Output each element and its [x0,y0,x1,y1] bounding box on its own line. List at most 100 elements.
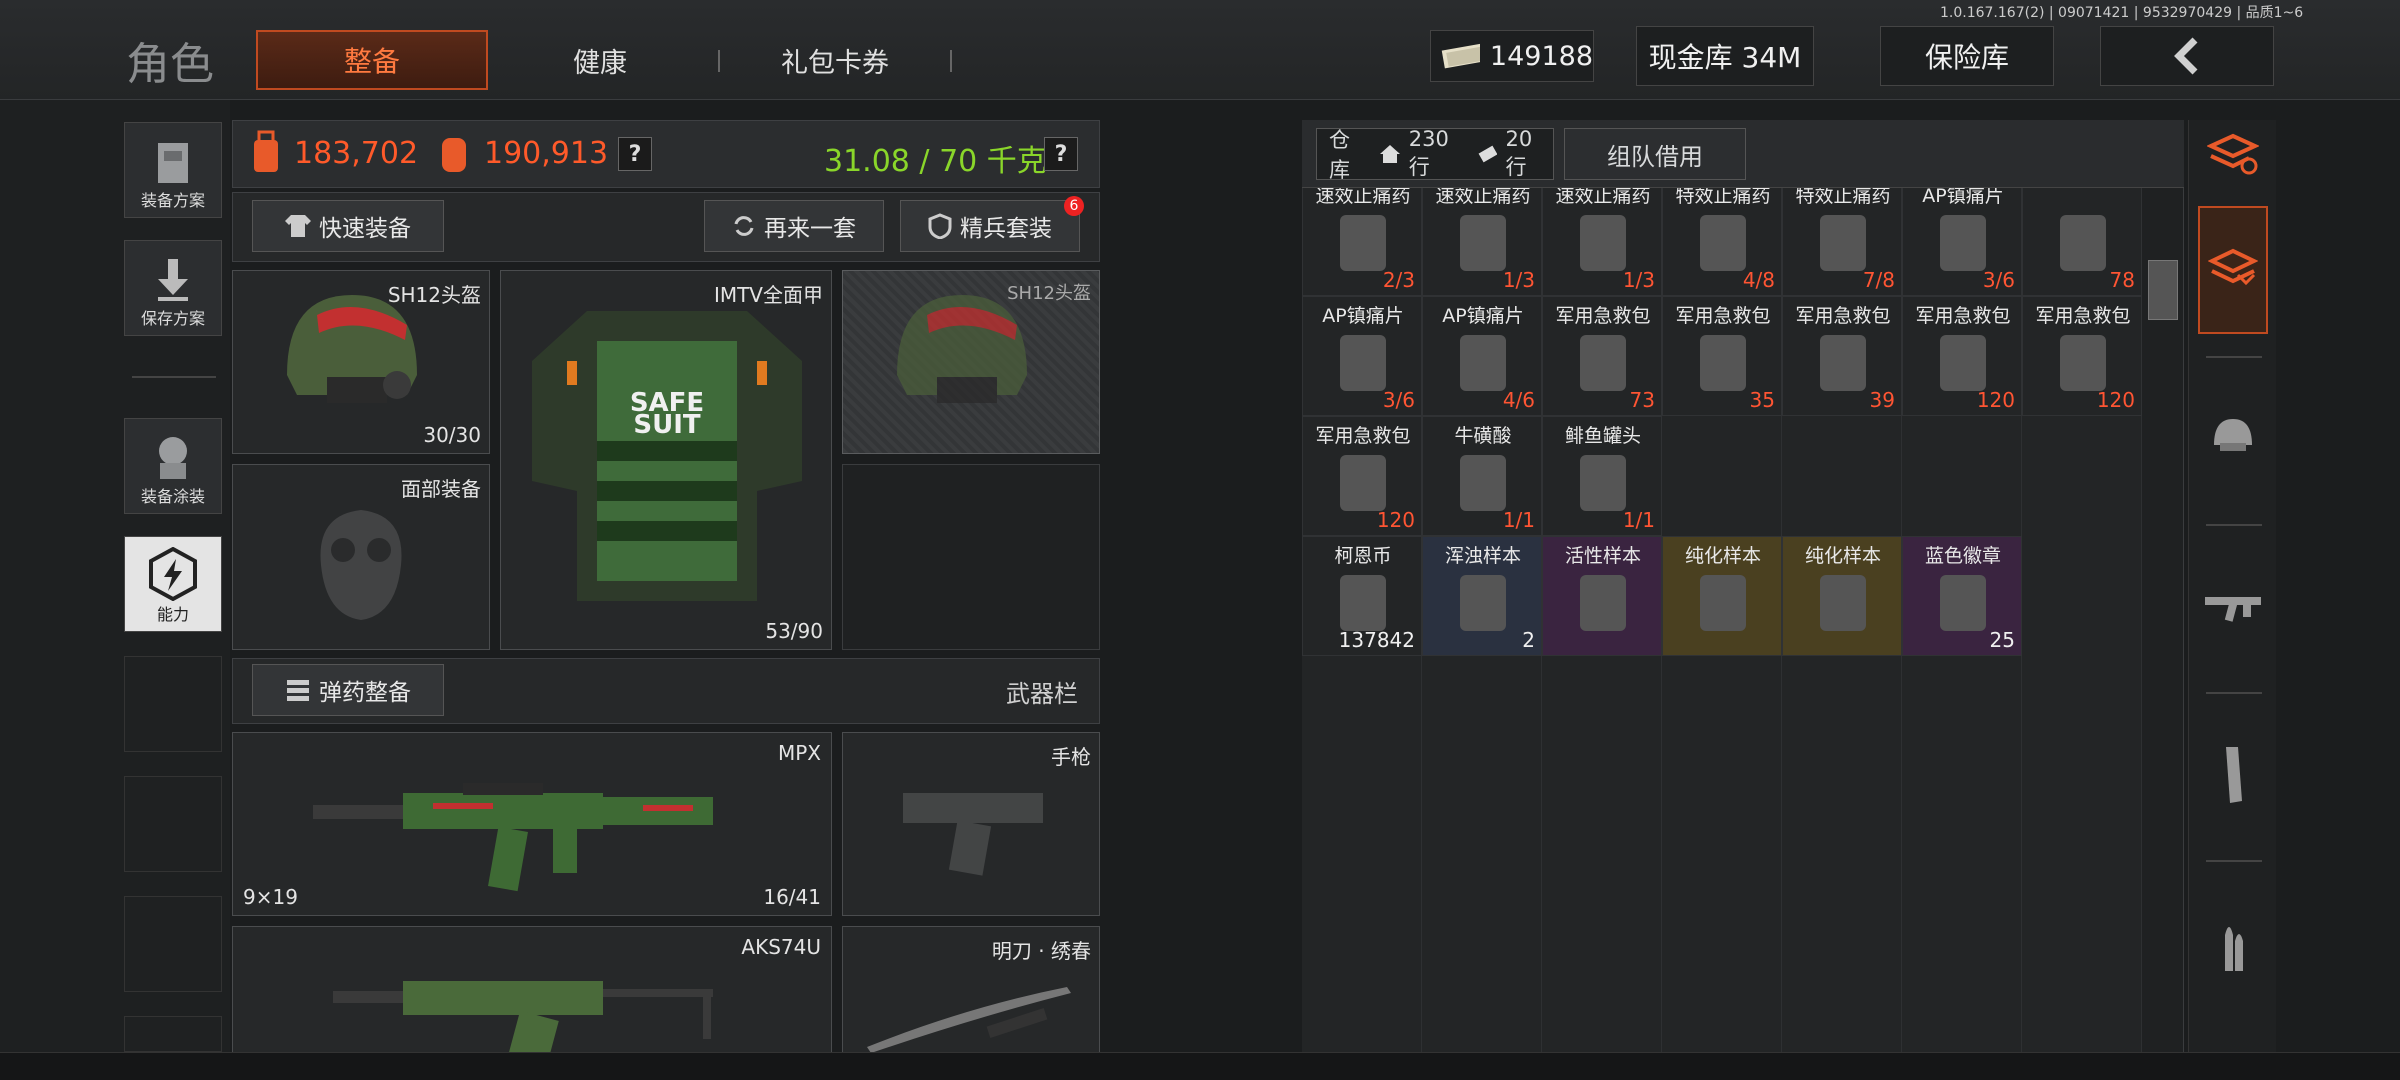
warehouse-item[interactable]: AP镇痛片 3/6 [1302,296,1422,416]
item-name: 军用急救包 [1315,425,1411,447]
safe-label: 保险库 [1924,41,2009,74]
item-icon [1580,335,1626,391]
item-name: 速效止痛药 [1315,188,1411,207]
vault-icon [2207,133,2259,175]
ammo-button[interactable]: 弹药整备 [252,664,444,716]
warehouse-item[interactable]: AP镇痛片 3/6 [1902,188,2022,296]
warehouse-item[interactable]: 军用急救包 120 [1302,416,1422,536]
item-count: 1/1 [1622,508,1655,532]
stat-value-1: 183,702 [294,136,419,171]
stat-value-2: 190,913 [484,136,609,171]
warehouse-item[interactable]: 军用急救包 35 [1662,296,1782,416]
tab-gift[interactable]: 礼包卡券 [740,30,930,90]
quick-equip-button[interactable]: 快速装备 [252,200,444,252]
category-weapon[interactable] [2198,570,2268,640]
currency-value: 149188 [1489,40,1593,72]
warehouse-item[interactable]: 军用急救包 120 [2022,296,2142,416]
item-icon [1340,215,1386,271]
item-name: 蓝色徽章 [1924,545,2001,567]
item-icon [1940,215,1986,271]
warehouse-item[interactable]: 78 [2022,188,2142,296]
ability-button[interactable]: 能力 [124,536,222,632]
safe-button[interactable]: 保险库 [1880,26,2054,86]
pistol-slot[interactable]: 手枪 [842,732,1100,916]
primary-weapon-slot[interactable]: MPX 9×19 16/41 [232,732,832,916]
face-name: 面部装备 [401,477,481,501]
item-count: 7/8 [1862,268,1895,292]
paint-button[interactable]: 装备涂装 [124,418,222,514]
currency-display[interactable]: 149188 [1430,30,1594,82]
warehouse-item[interactable]: 军用急救包 73 [1542,296,1662,416]
tab-gift-label: 礼包卡券 [781,47,889,79]
category-ammo[interactable] [2198,910,2268,980]
item-name: 纯化样本 [1804,545,1881,567]
weapon-bar-label: 武器栏 [1006,680,1078,708]
category-all[interactable] [2198,206,2268,334]
tab-divider [950,50,952,72]
helmet-icon [897,295,1027,403]
warehouse-grid: 速效止痛药 2/3 速效止痛药 1/3 速效止痛药 1/3 特效止痛药 4/8 特效止痛药 7/8… [1302,188,2142,1055]
item-count: 4/8 [1742,268,1775,292]
empty-slot[interactable] [842,464,1100,650]
warehouse-item[interactable]: 牛磺酸 1/1 [1422,416,1542,536]
item-icon [1820,335,1866,391]
item-icon [1580,215,1626,271]
warehouse-item[interactable]: 鲱鱼罐头 1/1 [1542,416,1662,536]
warehouse-tab[interactable]: 仓库 230行 20行 [1316,127,1554,182]
ammo-icon [2225,927,2243,971]
cash-vault-button[interactable]: 现金库 34M [1636,26,1814,86]
divider [2206,860,2262,862]
loadout-button[interactable]: 装备方案 [124,122,222,218]
warehouse-item[interactable]: 活性样本 [1542,536,1662,656]
ammo-icon [287,680,309,701]
helmet-slot[interactable]: SH12头盔 30/30 [232,270,490,454]
elite-set-button[interactable]: 精兵套装 [900,200,1080,252]
sidebar-slot [124,896,222,992]
warehouse-item[interactable]: 纯化样本 [1662,536,1782,656]
warehouse-item[interactable]: 速效止痛药 1/3 [1542,188,1662,296]
category-magazine[interactable] [2198,740,2268,810]
cash-icon [1441,43,1480,69]
warehouse-item[interactable]: 速效止痛药 1/3 [1422,188,1542,296]
item-icon [1460,215,1506,271]
helmet-secondary-slot[interactable]: SH12头盔 [842,270,1100,454]
warehouse-label: 仓库 [1329,128,1350,182]
warehouse-item[interactable]: 柯恩币 137842 [1302,536,1422,656]
mask-icon [320,510,402,620]
item-icon [1940,335,1986,391]
divider [2206,524,2262,526]
tab-health[interactable]: 健康 [520,30,680,90]
back-button[interactable] [2100,26,2274,86]
team-borrow-button[interactable]: 组队借用 [1564,128,1746,180]
warehouse-item[interactable]: 纯化样本 [1782,536,1902,656]
warehouse-item[interactable]: AP镇痛片 4/6 [1422,296,1542,416]
divider [2206,356,2262,358]
tab-equip[interactable]: 整备 [256,30,488,90]
sidebar-slot [124,776,222,872]
warehouse-item[interactable]: 浑浊样本 2 [1422,536,1542,656]
save-loadout-button[interactable]: 保存方案 [124,240,222,336]
vault-button[interactable] [2198,120,2268,190]
help-button[interactable]: ? [618,137,652,171]
face-slot[interactable]: 面部装备 [232,464,490,650]
warehouse-item[interactable]: 蓝色徽章 25 [1902,536,2022,656]
sidebar-slot [124,656,222,752]
loadout-icon [158,143,188,183]
paint-label: 装备涂装 [140,487,205,506]
again-button[interactable]: 再来一套 [704,200,884,252]
item-icon [1340,455,1386,511]
item-name: 柯恩币 [1334,545,1392,567]
scrollbar-thumb[interactable] [2148,260,2178,320]
weight-help-button[interactable]: ? [1044,137,1078,171]
shield-icon [928,213,952,239]
warehouse-item[interactable]: 军用急救包 39 [1782,296,1902,416]
armor-slot[interactable]: IMTV全面甲 SAFE SUIT 53/90 [500,270,832,650]
warehouse-item[interactable]: 军用急救包 120 [1902,296,2022,416]
warehouse-item[interactable]: 速效止痛药 2/3 [1302,188,1422,296]
warehouse-item[interactable]: 特效止痛药 7/8 [1782,188,1902,296]
category-helmet[interactable] [2198,400,2268,470]
secondary-weapon-slot[interactable]: AKS74U [232,926,832,1057]
item-count: 137842 [1338,628,1415,652]
melee-slot[interactable]: 明刀 · 绣春 [842,926,1100,1056]
warehouse-item[interactable]: 特效止痛药 4/8 [1662,188,1782,296]
